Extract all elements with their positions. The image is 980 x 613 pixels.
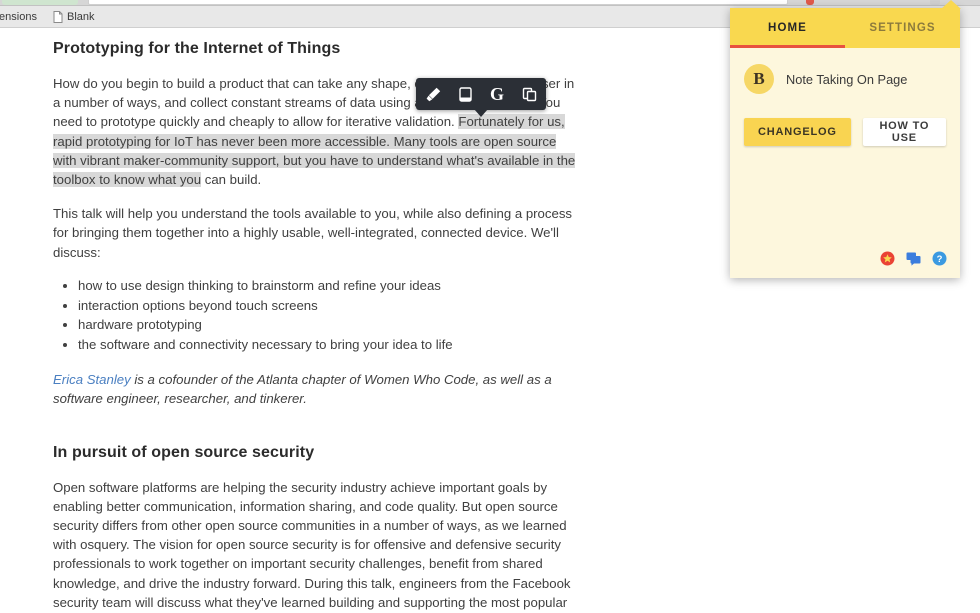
list-item: the software and connectivity necessary …	[78, 335, 578, 354]
avatar: B	[744, 64, 774, 94]
popup-title: Note Taking On Page	[786, 71, 908, 87]
speaker-link[interactable]: Erica Stanley	[53, 372, 131, 387]
bookmark-label: Blank	[66, 10, 95, 23]
browser-tab[interactable]	[2, 0, 78, 5]
browser-menu-icon[interactable]	[930, 0, 940, 5]
page-title: Prototyping for the Internet of Things	[53, 40, 341, 57]
avatar-letter: B	[753, 69, 765, 88]
list-item: interaction options beyond touch screens	[78, 296, 578, 315]
paragraph-text-tail: can build.	[201, 172, 262, 188]
extension-popup: HOME SETTINGS B Note Taking On Page CHAN…	[730, 8, 960, 278]
changelog-button[interactable]: CHANGELOG	[744, 118, 851, 146]
popup-action-row: CHANGELOG HOW TO USE	[744, 118, 946, 146]
list-item: hardware prototyping	[78, 315, 578, 334]
svg-text:?: ?	[937, 254, 943, 265]
topics-list: how to use design thinking to brainstorm…	[53, 276, 578, 354]
copy-icon[interactable]	[518, 83, 540, 105]
bookmark-item-blank[interactable]: Blank	[45, 9, 103, 25]
highlight-icon[interactable]	[422, 83, 444, 105]
browser-window: tensions Blank Prototyping for the Inter…	[0, 0, 980, 613]
bookmark-item-extensions[interactable]: tensions	[0, 9, 45, 25]
popup-tab-bar: HOME SETTINGS	[730, 8, 960, 48]
google-search-icon[interactable]: G	[486, 83, 508, 105]
popup-footer: ?	[880, 251, 947, 266]
list-item: how to use design thinking to brainstorm…	[78, 276, 578, 295]
page-icon	[53, 10, 63, 23]
selection-toolbar: G	[416, 78, 546, 117]
tab-label: HOME	[768, 22, 807, 34]
popup-pointer-arrow	[941, 0, 961, 9]
paragraph-security: Open software platforms are helping the …	[53, 479, 571, 610]
google-g-letter: G	[489, 84, 504, 104]
paragraph-talk-overview: This talk will help you understand the t…	[53, 206, 573, 260]
sticky-note-icon[interactable]	[454, 83, 476, 105]
tab-settings[interactable]: SETTINGS	[845, 8, 960, 48]
address-bar[interactable]	[88, 0, 788, 5]
extension-icon-badge[interactable]	[806, 0, 814, 5]
section-heading-security: In pursuit of open source security	[53, 443, 315, 461]
speaker-bio-1: Erica Stanley is a cofounder of the Atla…	[53, 370, 578, 408]
article: Prototyping for the Internet of Things H…	[53, 29, 578, 613]
tab-label: SETTINGS	[869, 22, 936, 34]
popup-body: B Note Taking On Page CHANGELOG HOW TO U…	[730, 48, 960, 278]
how-to-use-button[interactable]: HOW TO USE	[862, 118, 946, 146]
feedback-chat-icon[interactable]	[906, 251, 921, 266]
popup-identity-row: B Note Taking On Page	[744, 64, 946, 94]
tab-home[interactable]: HOME	[730, 8, 845, 48]
help-question-icon[interactable]: ?	[932, 251, 947, 266]
bookmark-label: tensions	[0, 10, 37, 23]
rate-star-icon[interactable]	[880, 251, 895, 266]
